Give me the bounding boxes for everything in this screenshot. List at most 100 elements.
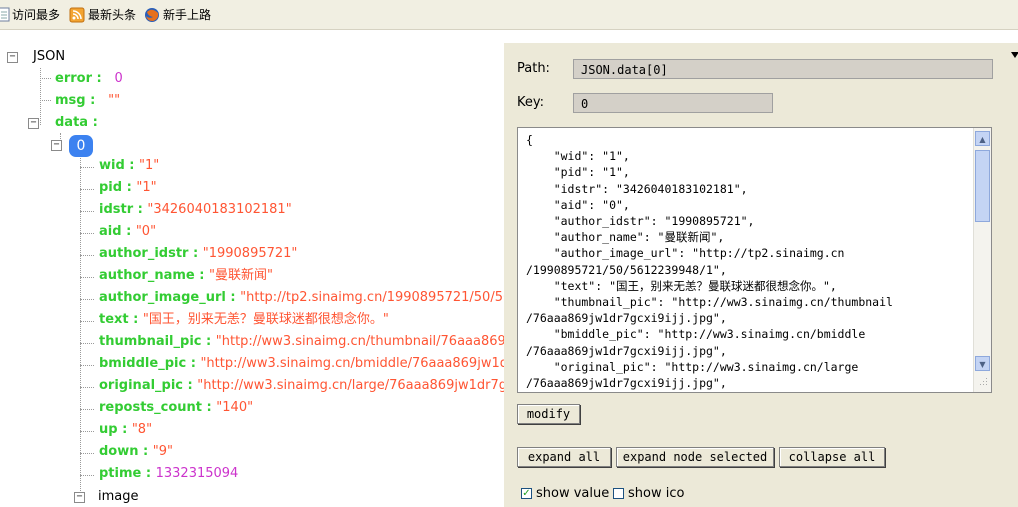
tree-connector (80, 299, 94, 300)
show-value-label: show value (536, 486, 610, 501)
tree-node-item-0[interactable]: − 0 (50, 134, 110, 158)
node-value: "0" (135, 224, 157, 239)
json-tree-view: − JSON error : 0 msg : "" − data : − 0 w… (0, 30, 504, 507)
rss-icon (69, 7, 85, 23)
tree-node-msg[interactable]: msg : "" (55, 91, 120, 111)
tree-node-reposts-count[interactable]: reposts_count : "140" (99, 398, 253, 418)
tree-connector (80, 387, 94, 388)
tree-connector (80, 255, 94, 256)
node-value: "3426040183102181" (147, 202, 292, 217)
collapse-toggle-icon[interactable]: − (74, 492, 85, 503)
node-key: image (98, 489, 139, 504)
tree-node-text[interactable]: text : "国王，别来无恙？曼联球迷都很想念你。" (99, 310, 389, 330)
tree-node-thumbnail-pic[interactable]: thumbnail_pic : "http://ww3.sinaimg.cn/t… (99, 332, 504, 352)
path-field[interactable]: JSON.data[0] (573, 59, 993, 79)
node-key: author_idstr (99, 246, 189, 261)
tree-connector (40, 100, 51, 101)
tree-node-original-pic[interactable]: original_pic : "http://ww3.sinaimg.cn/la… (99, 376, 504, 396)
expand-node-selected-button[interactable]: expand node selected (616, 447, 774, 467)
collapse-toggle-icon[interactable]: − (28, 118, 39, 129)
page-icon (0, 7, 12, 23)
tree-connector (40, 68, 41, 125)
json-editor[interactable]: { "wid": "1", "pid": "1", "idstr": "3426… (517, 127, 992, 393)
node-key: original_pic (99, 378, 184, 393)
collapse-toggle-icon[interactable]: − (7, 52, 18, 63)
node-value: "" (108, 93, 121, 108)
tree-connector (80, 211, 94, 212)
tree-connector (80, 475, 94, 476)
tree-node-wid[interactable]: wid : "1" (99, 156, 159, 176)
tree-node-aid[interactable]: aid : "0" (99, 222, 156, 242)
node-key: msg (55, 93, 86, 108)
node-value: "140" (216, 400, 254, 415)
tree-node-author-idstr[interactable]: author_idstr : "1990895721" (99, 244, 297, 264)
modify-button[interactable]: modify (517, 404, 580, 424)
tree-connector (80, 431, 94, 432)
tree-node-error[interactable]: error : 0 (55, 69, 123, 89)
bookmarks-toolbar: 访问最多 最新头条 新手上路 (0, 0, 1018, 30)
node-key: reposts_count (99, 400, 203, 415)
node-value: "曼联新闻" (209, 268, 273, 283)
tree-connector (80, 343, 94, 344)
node-key: text (99, 312, 129, 327)
resize-grip-icon[interactable] (979, 377, 988, 386)
expand-all-button[interactable]: expand all (517, 447, 611, 467)
tree-connector (80, 277, 94, 278)
node-value: "http://ww3.sinaimg.cn/large/76aaa869jw1… (197, 378, 504, 393)
node-value: "1" (136, 180, 157, 195)
key-label: Key: (517, 95, 545, 110)
editor-scrollbar[interactable]: ▲ ▼ (973, 128, 991, 392)
path-label: Path: (517, 61, 550, 76)
node-key: bmiddle_pic (99, 356, 187, 371)
node-value: "8" (131, 422, 153, 437)
triangle-down-icon[interactable] (1011, 52, 1018, 58)
node-key: thumbnail_pic (99, 334, 202, 349)
tree-node-down[interactable]: down : "9" (99, 442, 173, 462)
tree-node-idstr[interactable]: idstr : "3426040183102181" (99, 200, 292, 220)
node-key: author_name (99, 268, 195, 283)
tree-node-bmiddle-pic[interactable]: bmiddle_pic : "http://ww3.sinaimg.cn/bmi… (99, 354, 504, 374)
scroll-down-icon[interactable]: ▼ (975, 356, 990, 371)
tree-node-author-name[interactable]: author_name : "曼联新闻" (99, 266, 273, 286)
bookmark-latest-headlines[interactable]: 最新头条 (69, 6, 139, 24)
bookmark-label: 最新头条 (88, 8, 137, 22)
node-value: "1" (139, 158, 160, 173)
tree-connector (80, 189, 94, 190)
node-key: pid (99, 180, 123, 195)
node-key: down (99, 444, 139, 459)
node-key: data (55, 115, 89, 130)
node-value: 1332315094 (155, 466, 239, 481)
bookmark-most-visited[interactable]: 访问最多 (0, 6, 66, 24)
node-key: up (99, 422, 118, 437)
node-key: author_image_url (99, 290, 226, 305)
tree-connector (80, 453, 94, 454)
collapse-toggle-icon[interactable]: − (51, 140, 62, 151)
scroll-thumb[interactable] (975, 150, 990, 222)
node-value: "9" (152, 444, 174, 459)
collapse-all-button[interactable]: collapse all (779, 447, 885, 467)
node-value: "http://ww3.sinaimg.cn/thumbnail/76aaa86… (215, 334, 504, 349)
tree-connector (80, 365, 94, 366)
node-key: aid (99, 224, 122, 239)
tree-node-pid[interactable]: pid : "1" (99, 178, 157, 198)
tree-connector (80, 233, 94, 234)
tree-node-up[interactable]: up : "8" (99, 420, 152, 440)
show-value-checkbox[interactable]: ✓ (521, 488, 532, 499)
show-ico-checkbox[interactable] (613, 488, 624, 499)
bookmark-getting-started[interactable]: 新手上路 (144, 6, 216, 24)
tree-node-author-image-url[interactable]: author_image_url : "http://tp2.sinaimg.c… (99, 288, 504, 308)
bookmark-label: 新手上路 (163, 8, 212, 22)
tree-connector (80, 321, 94, 322)
node-editor-panel: Path: JSON.data[0] Key: 0 { "wid": "1", … (504, 43, 1018, 507)
key-field[interactable]: 0 (573, 93, 773, 113)
node-key: idstr (99, 202, 134, 217)
scroll-up-icon[interactable]: ▲ (975, 131, 990, 146)
editor-text: { "wid": "1", "pid": "1", "idstr": "3426… (526, 133, 893, 391)
selected-node-badge[interactable]: 0 (69, 135, 93, 157)
node-key: wid (99, 158, 125, 173)
node-value: 0 (114, 71, 123, 86)
node-key: ptime (99, 466, 142, 481)
tree-connector (80, 156, 81, 497)
tree-connector (80, 409, 94, 410)
tree-node-ptime[interactable]: ptime : 1332315094 (99, 464, 238, 484)
